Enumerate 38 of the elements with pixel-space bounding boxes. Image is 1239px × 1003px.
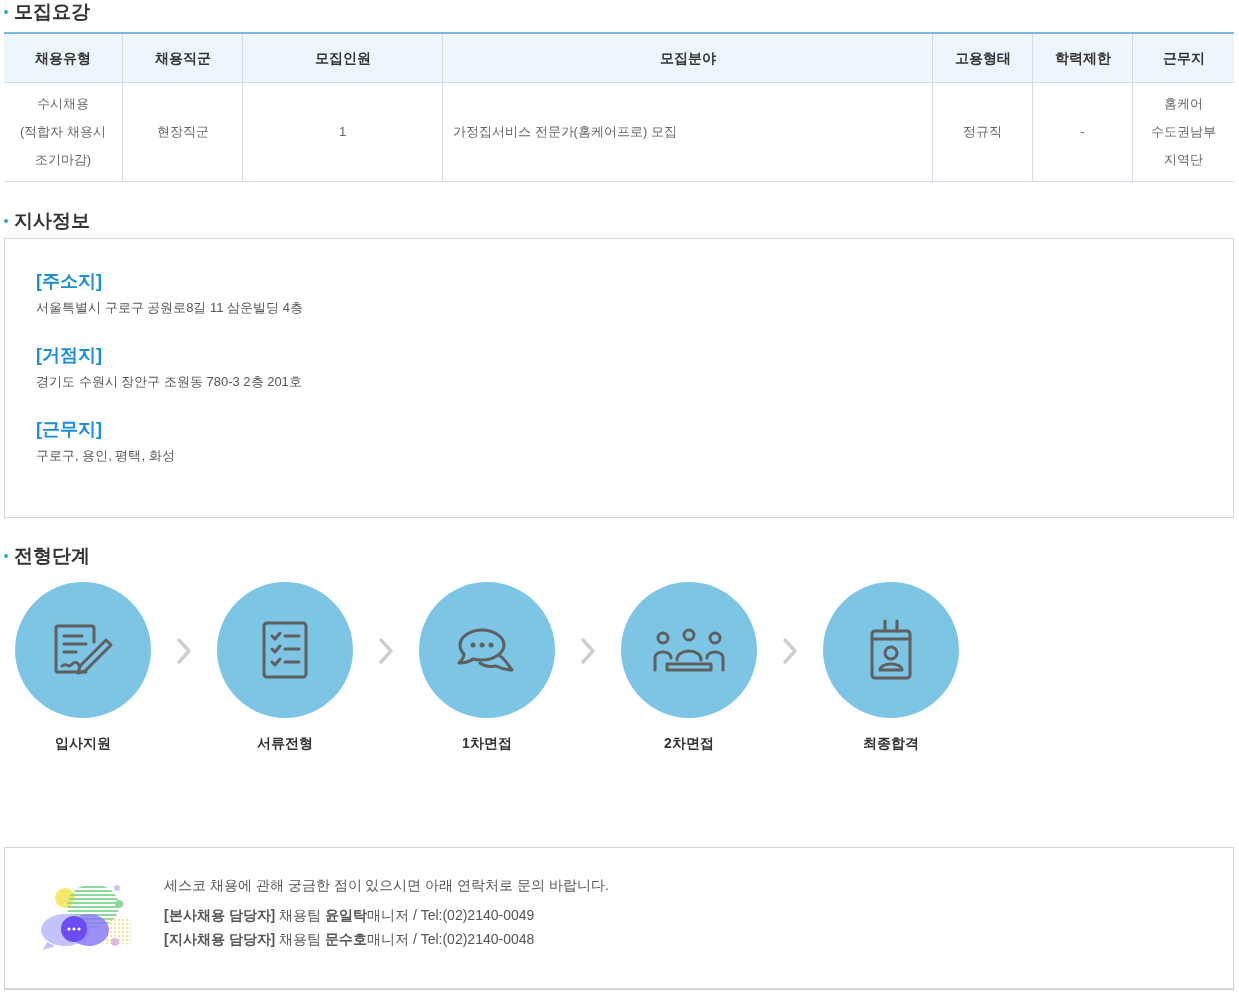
table-cell-text: 1 [338, 123, 347, 141]
info-text: 경기도 수원시 장안구 조원동 780-3 2층 201호 [36, 373, 303, 391]
table-cell-text: - [1080, 123, 1085, 141]
column-header: 고용형태 [933, 34, 1033, 82]
table-cell-text: 정규직 [963, 123, 1002, 141]
info-label: [근무지] [36, 418, 103, 441]
chevron-right-icon [580, 637, 596, 665]
column-header: 근무지 [1161, 48, 1206, 68]
meeting-people-icon [653, 628, 725, 672]
info-text: 구로구, 용인, 평택, 화성 [36, 447, 176, 465]
column-header: 채용유형 [4, 34, 123, 82]
column-header: 모집인원 [243, 34, 443, 82]
column-header: 채용직군 [123, 34, 243, 82]
column-header: 모집분야 [443, 34, 933, 82]
table-cell-text: 현장직군 [156, 123, 209, 141]
contact-line: [지사채용 담당자] 채용팀 문수호매니저 / Tel:(02)2140-0048 [164, 930, 536, 949]
step-label: 최종합격 [863, 734, 919, 753]
id-badge-icon [869, 619, 913, 681]
section-title: 전형단계 [14, 544, 90, 568]
table-cell-text: 홈케어 수도권남부 지역단 [1151, 95, 1216, 169]
section-title: 지사정보 [14, 209, 90, 233]
info-text: 서울특별시 구로구 공원로8길 11 삼운빌딩 4층 [36, 299, 304, 317]
contact-intro: 세스코 채용에 관해 궁금한 점이 있으시면 아래 연락처로 문의 바랍니다. [164, 876, 609, 895]
step-label: 2차면접 [664, 734, 714, 753]
section-title: 모집요강 [14, 0, 90, 24]
contact-line: [본사채용 담당자] 채용팀 윤일탁매니저 / Tel:(02)2140-0049 [164, 906, 536, 925]
table-cell-text: 수시채용 (적합자 채용시 조기마감) [20, 95, 106, 169]
info-label: [거점지] [36, 344, 103, 367]
chevron-right-icon [176, 637, 192, 665]
step-label: 서류전형 [257, 734, 313, 753]
chevron-right-icon [782, 637, 798, 665]
column-header: 학력제한 [1033, 34, 1133, 82]
checklist-icon [261, 620, 309, 680]
info-label: [주소지] [36, 270, 103, 293]
step-label: 입사지원 [55, 734, 111, 753]
table-cell-text: 가정집서비스 전문가(홈케어프로) 모집 [453, 123, 677, 141]
step-label: 1차면접 [462, 734, 512, 753]
chevron-right-icon [378, 637, 394, 665]
